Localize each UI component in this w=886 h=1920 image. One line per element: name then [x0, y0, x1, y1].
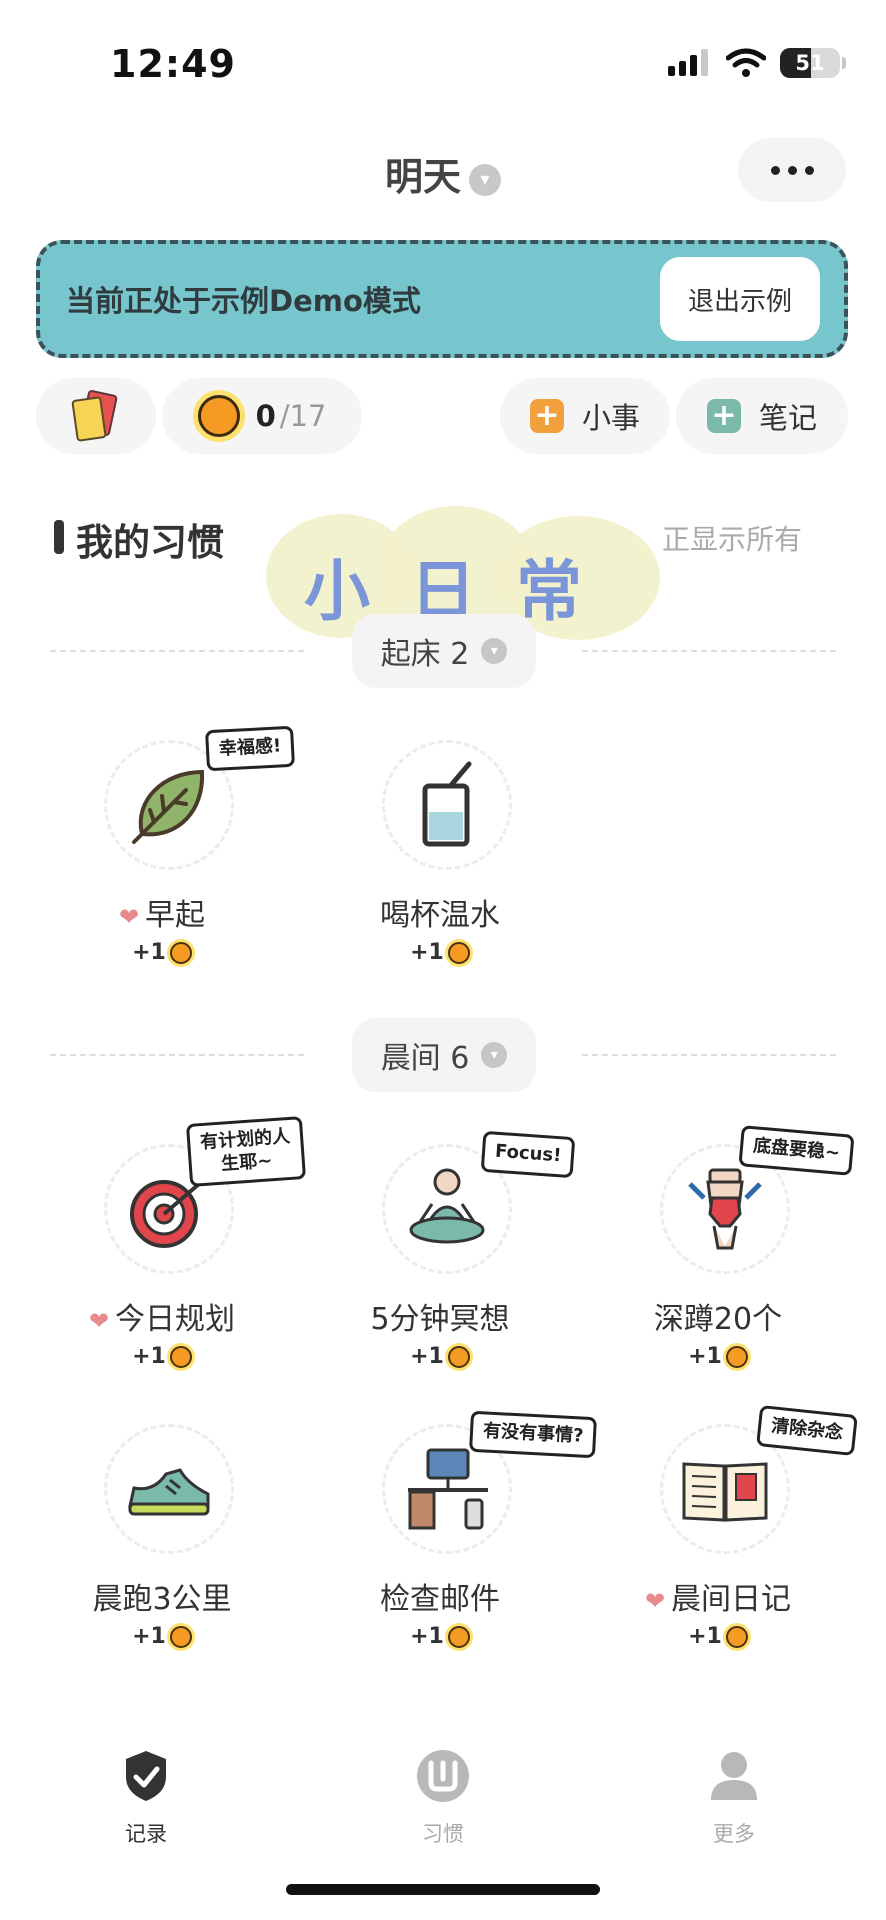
habit-icon	[417, 1750, 469, 1802]
status-time: 12:49	[110, 42, 236, 86]
plus-icon: +	[529, 399, 564, 433]
sun-icon	[169, 942, 192, 964]
tab-more[interactable]: 更多	[664, 1746, 804, 1848]
sun-icon	[725, 1346, 748, 1368]
chevron-down-icon: ▾	[469, 163, 501, 196]
habit-reward: +1	[320, 1624, 560, 1649]
sun-icon	[447, 942, 470, 964]
more-options-button[interactable]	[738, 138, 846, 202]
habit-reward: +1	[598, 1344, 838, 1369]
habit-reward: +1	[320, 1344, 560, 1369]
filter-toggle[interactable]: 正显示所有	[662, 518, 802, 558]
speech-bubble: 有计划的人 生耶~	[185, 1116, 307, 1187]
habit-name: 喝杯温水	[380, 898, 500, 933]
habit-reward: +1	[42, 1624, 282, 1649]
sun-icon	[169, 1346, 192, 1368]
habit-name: 晨跑3公里	[92, 1582, 232, 1617]
heart-icon: ❤	[644, 1587, 666, 1615]
habit-name: 深蹲20个	[653, 1302, 783, 1337]
sun-icon	[197, 395, 240, 437]
habit-icon-button[interactable]	[104, 1424, 234, 1554]
shield-check-icon	[126, 1751, 166, 1801]
sun-icon	[447, 1346, 470, 1368]
speech-bubble: Focus!	[480, 1130, 576, 1178]
habit-name: 早起	[145, 898, 206, 933]
cards-icon	[70, 389, 122, 442]
habit-reward: +1	[42, 1344, 282, 1369]
cellular-signal-icon	[668, 49, 708, 76]
tab-record[interactable]: 记录	[76, 1746, 216, 1848]
sun-icon	[725, 1626, 748, 1648]
tab-label: 记录	[125, 1822, 167, 1846]
exit-demo-button[interactable]: 退出示例	[660, 257, 820, 341]
note-label: 笔记	[758, 401, 817, 435]
habit-name: 检查邮件	[380, 1582, 500, 1617]
add-note-button[interactable]: + 笔记	[676, 378, 848, 454]
speech-bubble: 幸福感!	[205, 725, 296, 771]
wifi-icon	[726, 48, 766, 77]
tab-label: 习惯	[422, 1822, 464, 1846]
habit-icon-button[interactable]	[382, 740, 512, 870]
group-toggle-morning[interactable]: 晨间 6 ▾	[352, 1018, 536, 1092]
page-title: 明天	[384, 155, 461, 199]
plus-icon: +	[706, 399, 741, 433]
habit-reward: +1	[320, 940, 560, 965]
battery-icon: 51	[780, 48, 840, 78]
habit-name: 5分钟冥想	[370, 1302, 510, 1337]
speech-bubble: 有没有事情?	[469, 1410, 598, 1458]
chevron-down-icon: ▾	[481, 1042, 508, 1068]
demo-mode-banner: 当前正处于示例Demo模式 退出示例	[36, 240, 848, 358]
open-book-icon	[682, 1462, 768, 1522]
demo-mode-text: 当前正处于示例Demo模式	[66, 284, 421, 318]
group-toggle-wakeup[interactable]: 起床 2 ▾	[352, 614, 536, 688]
person-icon	[711, 1752, 757, 1800]
habit-name: 今日规划	[115, 1302, 236, 1337]
cards-button[interactable]	[36, 378, 156, 454]
sun-icon	[169, 1626, 192, 1648]
tab-habits[interactable]: 习惯	[373, 1746, 513, 1848]
ellipsis-icon	[770, 165, 780, 175]
leaf-icon	[132, 769, 205, 844]
add-small-task-button[interactable]: + 小事	[500, 378, 670, 454]
habit-reward: +1	[598, 1624, 838, 1649]
sun-count: 0	[255, 399, 276, 433]
running-shoe-icon	[128, 1468, 210, 1516]
sun-icon	[447, 1626, 470, 1648]
habit-name: 晨间日记	[671, 1582, 792, 1617]
chevron-down-icon: ▾	[481, 638, 508, 664]
section-title: 我的习惯	[76, 521, 224, 564]
group-label: 起床 2	[380, 637, 470, 672]
squat-icon	[688, 1168, 762, 1250]
small-task-label: 小事	[581, 401, 640, 435]
group-label: 晨间 6	[380, 1041, 470, 1076]
heart-icon: ❤	[88, 1307, 110, 1335]
battery-level: 51	[795, 51, 825, 75]
computer-desk-icon	[408, 1448, 488, 1530]
sun-points-button[interactable]: 0 /17	[162, 378, 362, 454]
sun-total: /17	[279, 399, 327, 433]
home-indicator[interactable]	[286, 1884, 600, 1895]
status-icons: 51	[668, 48, 846, 78]
heart-icon: ❤	[118, 903, 140, 931]
water-glass-icon	[422, 761, 472, 847]
tab-label: 更多	[713, 1822, 755, 1846]
meditation-icon	[409, 1168, 485, 1244]
section-marker	[54, 520, 64, 554]
habit-reward: +1	[42, 940, 282, 965]
